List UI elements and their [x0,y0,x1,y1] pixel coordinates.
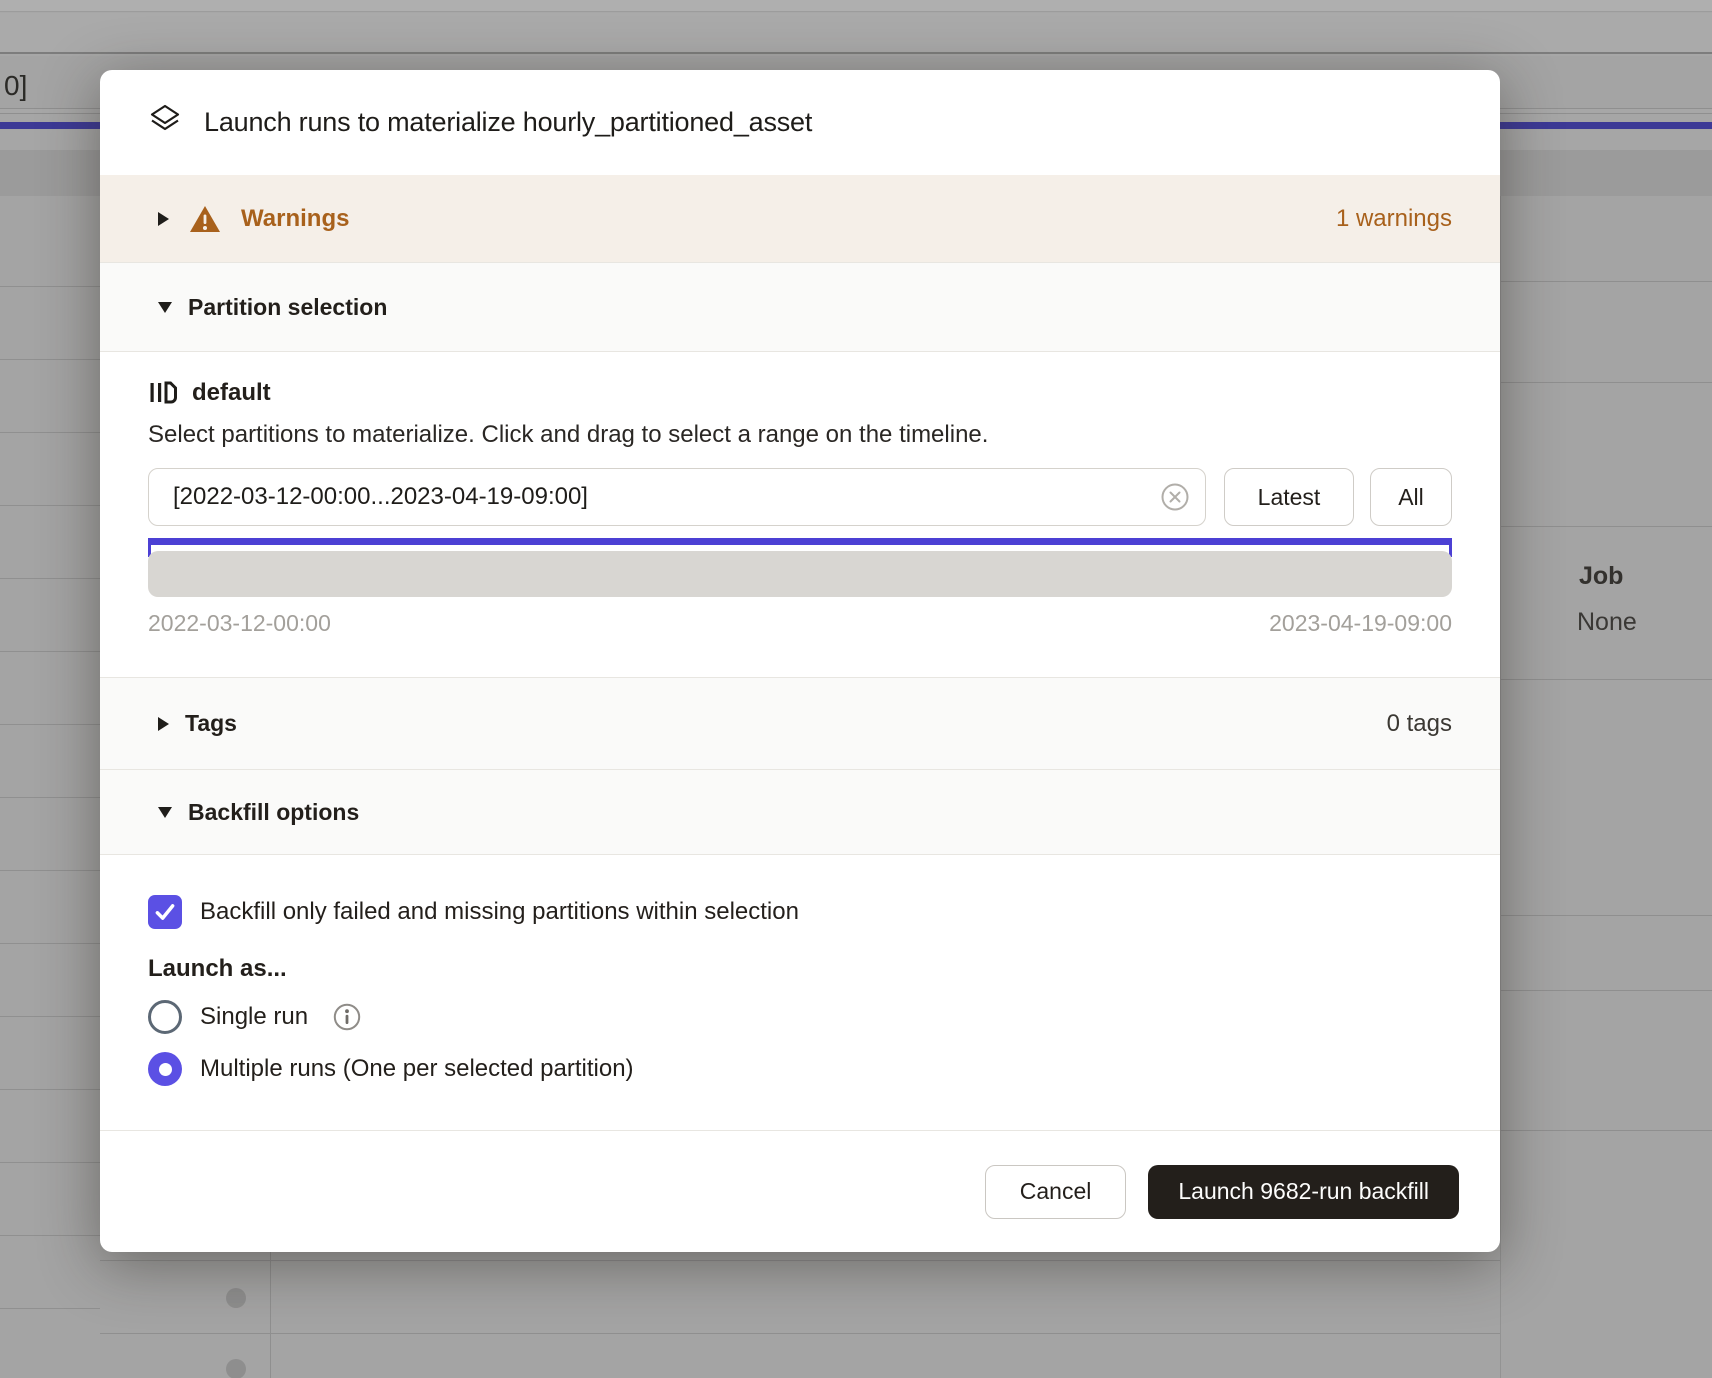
chevron-down-icon [158,807,172,818]
multiple-runs-radio-row[interactable]: Multiple runs (One per selected partitio… [148,1052,1452,1086]
single-run-radio-row[interactable]: Single run [148,1000,1452,1034]
timeline-track[interactable] [148,551,1452,597]
launch-backfill-dialog: Launch runs to materialize hourly_partit… [100,70,1500,1252]
chevron-down-icon [158,302,172,313]
warnings-count: 1 warnings [1336,205,1452,233]
chevron-right-icon [158,212,169,226]
tags-header: Tags [185,710,237,737]
background-top-band [0,0,1712,12]
all-button[interactable]: All [1370,468,1452,526]
warning-triangle-icon [189,204,221,234]
warnings-section-toggle[interactable]: Warnings 1 warnings [100,175,1500,262]
failed-missing-checkbox-label: Backfill only failed and missing partiti… [200,898,799,926]
backfill-options-toggle[interactable]: Backfill options [100,770,1500,855]
chevron-right-icon [158,717,169,731]
background-job-column: Job None [1500,196,1712,1378]
single-run-label: Single run [200,1003,308,1031]
partition-selection-header: Partition selection [188,294,387,321]
tags-section-toggle[interactable]: Tags 0 tags [100,677,1500,770]
dialog-header: Launch runs to materialize hourly_partit… [100,70,1500,175]
circle-x-icon [1160,482,1190,512]
timeline-selection-bar [148,538,1452,545]
dialog-title: Launch runs to materialize hourly_partit… [204,107,812,138]
launch-as-label: Launch as... [148,955,1452,985]
partition-selection-description: Select partitions to materialize. Click … [148,420,1452,450]
backfill-options-header: Backfill options [188,799,359,826]
partition-range-field [148,468,1206,526]
background-status-dot [226,1288,246,1308]
timeline-end-label: 2023-04-19-09:00 [1269,610,1452,637]
checkbox-checked-icon[interactable] [148,895,182,929]
multiple-runs-label: Multiple runs (One per selected partitio… [200,1055,634,1083]
background-truncated-text: 0] [4,70,27,102]
info-icon[interactable] [332,1002,362,1032]
materialize-layers-icon [148,103,182,142]
latest-button[interactable]: Latest [1224,468,1354,526]
background-table-rows-left [0,214,100,1378]
background-toolbar-band [0,13,1712,54]
background-status-dot [226,1359,246,1378]
partition-set-icon [148,378,178,408]
dialog-footer: Cancel Launch 9682-run backfill [100,1130,1500,1252]
background-job-column-header: Job [1579,562,1623,591]
warnings-label: Warnings [241,205,349,233]
clear-selection-button[interactable] [1160,482,1190,512]
timeline-start-label: 2022-03-12-00:00 [148,610,331,637]
cancel-button[interactable]: Cancel [985,1165,1127,1219]
radio-unselected-icon[interactable] [148,1000,182,1034]
partition-timeline [148,538,1452,597]
partition-range-input[interactable] [148,468,1206,526]
backfill-options-content: Backfill only failed and missing partiti… [100,855,1500,1130]
partition-dimension-name: default [192,379,271,407]
partition-selection-toggle[interactable]: Partition selection [100,262,1500,352]
radio-selected-icon[interactable] [148,1052,182,1086]
launch-backfill-button[interactable]: Launch 9682-run backfill [1148,1165,1459,1219]
tags-count: 0 tags [1387,710,1452,738]
background-job-column-value: None [1577,608,1637,637]
partition-selection-content: default Select partitions to materialize… [100,352,1500,677]
failed-missing-checkbox-row[interactable]: Backfill only failed and missing partiti… [148,895,1452,929]
